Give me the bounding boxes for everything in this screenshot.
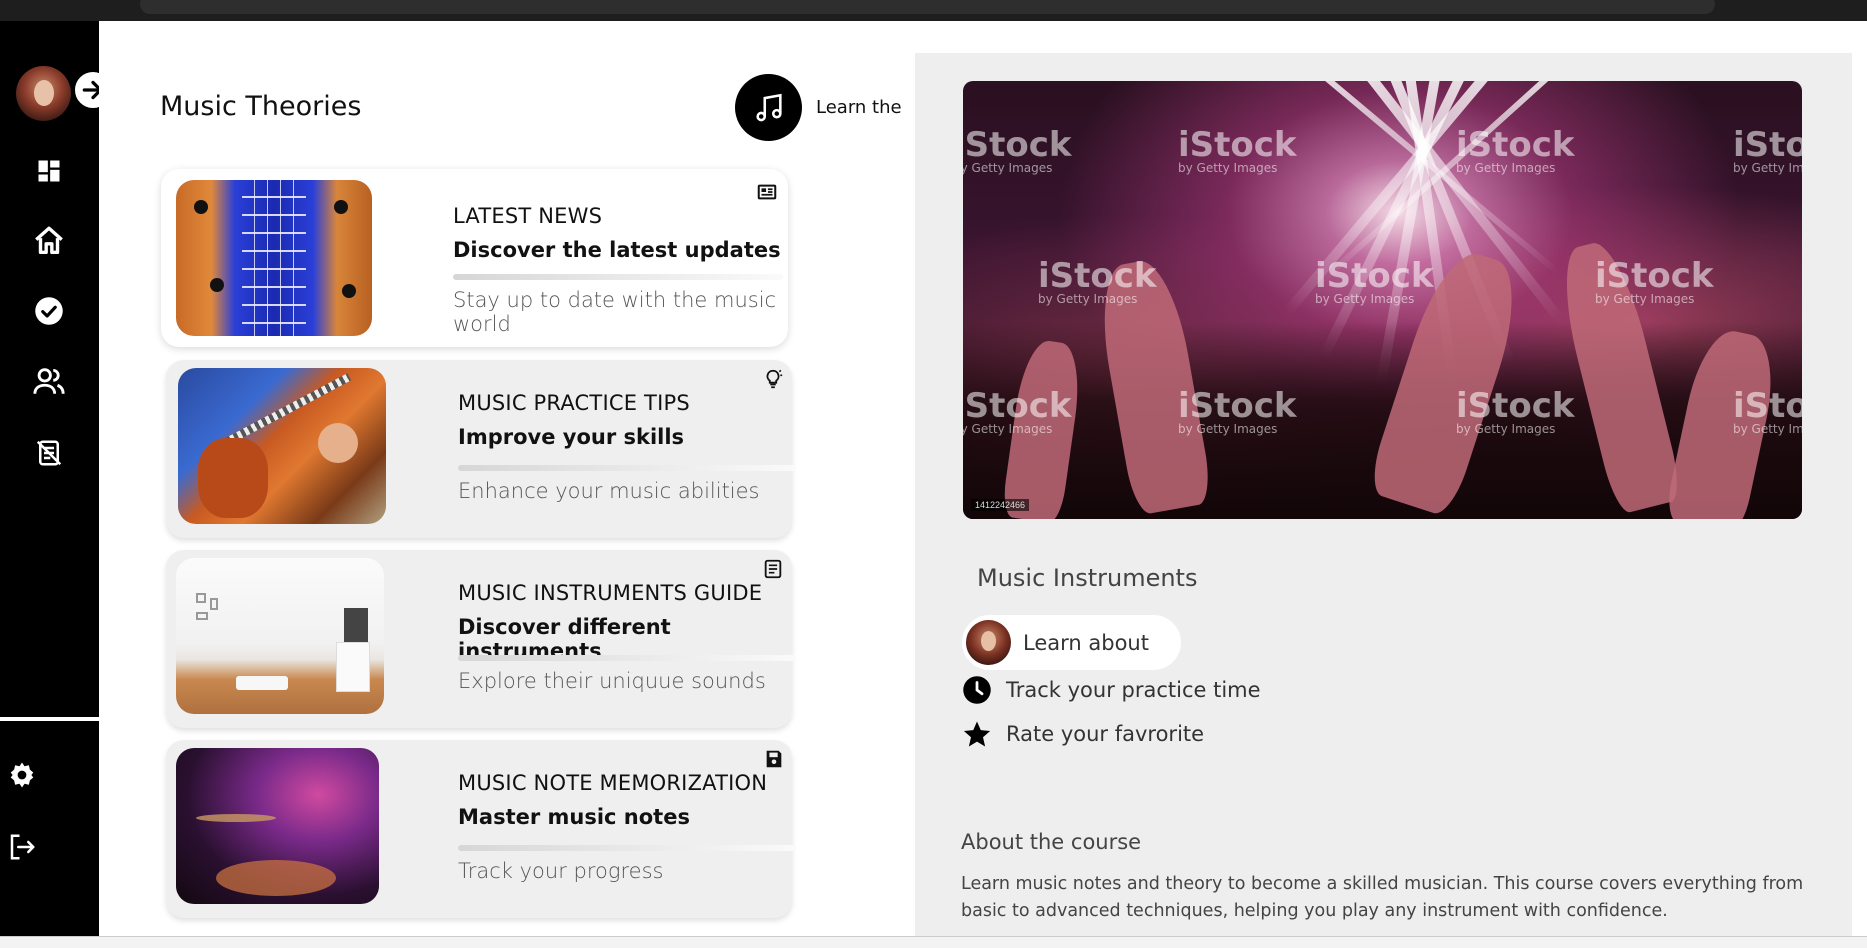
card-heading: Improve your skills xyxy=(458,425,685,449)
watermark-text: iStock xyxy=(1456,125,1575,165)
lightbulb-icon[interactable] xyxy=(762,368,784,390)
watermark-text: iStock xyxy=(963,386,1072,426)
spacer xyxy=(858,360,880,382)
feature-label: Track your practice time xyxy=(1006,678,1261,702)
watermark: iStockby Getty Images xyxy=(1595,256,1714,306)
user-avatar[interactable] xyxy=(16,66,71,121)
watermark: iStockby Getty Images xyxy=(1178,125,1297,175)
concert-hero-image: iStockby Getty Images iStockby Getty Ima… xyxy=(963,81,1802,519)
document-icon[interactable] xyxy=(762,558,784,580)
watermark-text: iStock xyxy=(963,125,1072,165)
card-instruments-guide[interactable]: MUSIC INSTRUMENTS GUIDE Discover differe… xyxy=(166,550,796,728)
watermark-text: iStock xyxy=(1178,125,1297,165)
sidebar-item-settings[interactable] xyxy=(4,757,40,793)
feature-rate-favorite: Rate your favrorite xyxy=(962,719,1204,749)
check-circle-icon xyxy=(35,297,63,325)
room-interior-image xyxy=(176,558,384,714)
address-bar[interactable] xyxy=(140,0,1715,14)
right-panel: iStockby Getty Images iStockby Getty Ima… xyxy=(915,53,1852,936)
sidebar xyxy=(0,21,113,936)
sidebar-item-home[interactable] xyxy=(31,223,67,259)
card-subtitle: Track your progress xyxy=(458,859,664,883)
watermark: iStockby Getty Images xyxy=(1178,386,1297,436)
card-heading: Discover the latest updates xyxy=(453,238,781,262)
sidebar-divider xyxy=(0,717,99,721)
guitar-fretboard-image xyxy=(176,180,372,336)
newspaper-icon[interactable] xyxy=(756,181,778,203)
card-kicker: LATEST NEWS xyxy=(453,204,603,228)
drum-kit-image xyxy=(176,748,379,904)
card-note-memorization[interactable]: MUSIC NOTE MEMORIZATION Master music not… xyxy=(166,740,796,918)
sidebar-item-dashboard[interactable] xyxy=(31,153,67,189)
avatar xyxy=(966,620,1011,665)
home-icon xyxy=(35,226,63,255)
watermark-text: iStock xyxy=(1038,256,1157,296)
bottom-bar xyxy=(0,936,1867,948)
section-title: Music Instruments xyxy=(977,564,1198,592)
card-practice-tips[interactable]: MUSIC PRACTICE TIPS Improve your skills … xyxy=(166,360,796,538)
watermark-text: iStock xyxy=(1733,386,1802,426)
watermark-text: iStock xyxy=(1456,386,1575,426)
about-text: Learn music notes and theory to become a… xyxy=(961,874,1804,921)
watermark-text: iStock xyxy=(1595,256,1714,296)
watermark: iStockby Getty Images xyxy=(1456,125,1575,175)
card-kicker: MUSIC PRACTICE TIPS xyxy=(458,391,690,415)
main-content: Music Theories Learn the LATEST NEWS Dis… xyxy=(99,21,911,936)
watermark: iStockby Getty Images xyxy=(1733,125,1802,175)
watermark: iStockby Getty Images xyxy=(1038,256,1157,306)
card-heading: Master music notes xyxy=(458,805,690,829)
card-kicker: MUSIC NOTE MEMORIZATION xyxy=(458,771,768,795)
card-divider-bar xyxy=(458,845,796,851)
sidebar-item-users[interactable] xyxy=(31,363,67,399)
music-note-icon xyxy=(755,93,782,121)
save-icon[interactable] xyxy=(763,748,785,770)
watermark: iStockby Getty Images xyxy=(963,386,1072,436)
card-divider-bar xyxy=(458,655,796,661)
watermark: iStockby Getty Images xyxy=(1733,386,1802,436)
learn-about-label: Learn about xyxy=(1023,630,1149,655)
watermark-sub: by Getty Images xyxy=(1733,161,1802,175)
about-heading: About the course xyxy=(961,830,1142,854)
learn-badge-text: Learn the xyxy=(816,97,902,118)
watermark: iStockby Getty Images xyxy=(963,125,1072,175)
card-subtitle: Enhance your music abilities xyxy=(458,479,760,503)
learn-about-button[interactable]: Learn about xyxy=(962,615,1181,670)
card-divider-bar xyxy=(458,465,796,471)
star-icon xyxy=(963,721,991,747)
feature-practice-time: Track your practice time xyxy=(962,675,1261,705)
sidebar-item-notes[interactable] xyxy=(31,435,67,471)
violin-guitar-image xyxy=(178,368,386,524)
card-kicker: MUSIC INSTRUMENTS GUIDE xyxy=(458,581,763,605)
stock-id: 1412242466 xyxy=(971,499,1030,511)
music-note-badge xyxy=(735,74,802,141)
clock-icon xyxy=(963,676,991,704)
card-subtitle: Stay up to date with the music world xyxy=(453,288,777,336)
card-latest-news[interactable]: LATEST NEWS Discover the latest updates … xyxy=(161,169,788,347)
learn-badge[interactable]: Learn the xyxy=(735,74,902,141)
dashboard-icon xyxy=(38,160,60,182)
watermark-text: iStock xyxy=(1178,386,1297,426)
watermark-sub: by Getty Images xyxy=(1733,422,1802,436)
watermark: iStockby Getty Images xyxy=(1456,386,1575,436)
sidebar-item-tasks[interactable] xyxy=(31,293,67,329)
watermark-text: iStock xyxy=(1733,125,1802,165)
settings-icon xyxy=(10,762,34,788)
browser-top-bar xyxy=(0,0,1867,21)
feature-label: Rate your favrorite xyxy=(1006,722,1205,746)
logout-icon xyxy=(10,834,35,860)
no-notes-icon xyxy=(36,440,62,466)
card-subtitle: Explore their uniquue sounds xyxy=(458,669,766,693)
card-divider-bar xyxy=(453,274,783,280)
page-title: Music Theories xyxy=(160,91,362,122)
watermark-text: iStock xyxy=(1315,256,1434,296)
users-icon xyxy=(33,368,65,394)
sidebar-item-logout[interactable] xyxy=(4,829,40,865)
watermark: iStockby Getty Images xyxy=(1315,256,1434,306)
